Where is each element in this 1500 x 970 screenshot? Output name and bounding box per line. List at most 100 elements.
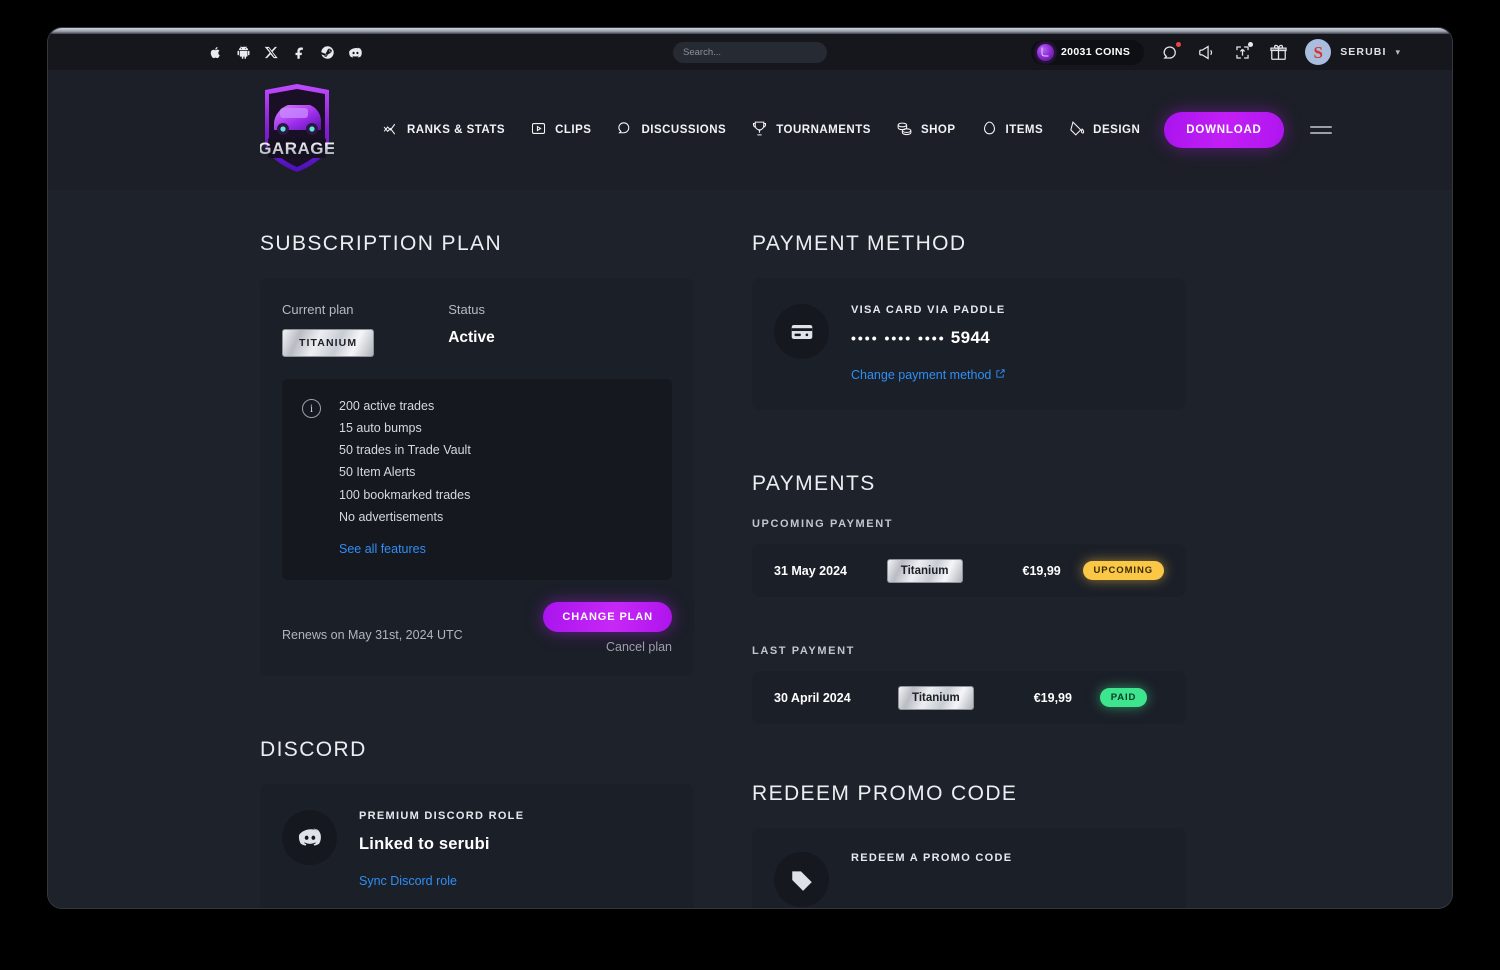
payment-method-section-title: PAYMENT METHOD [752,232,1186,256]
nav-label: SHOP [921,124,956,136]
site-logo[interactable]: GARAGE [260,82,334,179]
table-row[interactable]: 30 April 2024 Titanium €19,99 PAID [752,671,1186,724]
payments-section-title: PAYMENTS [752,472,1186,496]
subscription-section-title: SUBSCRIPTION PLAN [260,232,694,256]
status-badge: UPCOMING [1083,561,1164,580]
sync-discord-role-link[interactable]: Sync Discord role [359,874,672,888]
payment-plan-badge: Titanium [887,559,963,583]
download-button[interactable]: DOWNLOAD [1164,112,1283,148]
status-value: Active [448,329,495,347]
coins-badge[interactable]: 20031 COINS [1031,40,1144,65]
social-links [208,45,363,60]
plan-header: Current plan TITANIUM Status Active [282,302,672,357]
chat-icon[interactable] [1161,43,1180,62]
nav-item-design[interactable]: DESIGN [1068,120,1140,140]
current-plan-label: Current plan [282,302,374,317]
search-input[interactable] [673,42,827,63]
video-icon [530,120,547,140]
table-row[interactable]: 31 May 2024 Titanium €19,99 UPCOMING [752,544,1186,597]
change-plan-button[interactable]: CHANGE PLAN [543,602,672,632]
megaphone-icon[interactable] [1197,43,1216,62]
external-link-icon [995,368,1006,382]
notification-dot [1176,42,1181,47]
hamburger-menu-icon[interactable] [1310,126,1332,134]
plan-actions: CHANGE PLAN Cancel plan [543,602,672,654]
feature-item: 100 bookmarked trades [339,486,652,504]
payment-amount: €19,99 [1023,564,1083,578]
payment-date: 30 April 2024 [774,691,898,705]
item-egg-icon [981,120,998,140]
steam-icon[interactable] [320,45,335,60]
user-menu[interactable]: S SERUBI ▾ [1305,39,1400,65]
coins-stack-icon [896,120,913,140]
promo-tag-icon [774,852,829,907]
android-icon[interactable] [236,45,251,60]
apple-icon[interactable] [208,45,223,60]
last-payment-label: LAST PAYMENT [752,645,1186,657]
discord-eyebrow: PREMIUM DISCORD ROLE [359,810,672,822]
renews-text: Renews on May 31st, 2024 UTC [282,628,463,642]
features-box: i 200 active trades 15 auto bumps 50 tra… [282,379,672,580]
share-upload-icon[interactable] [1233,43,1252,62]
nav-label: DISCUSSIONS [641,124,726,136]
browser-window: 20031 COINS S SERUBI ▾ [48,28,1452,908]
feature-item: No advertisements [339,508,652,526]
nav-item-items[interactable]: ITEMS [981,120,1044,140]
top-utility-bar: 20031 COINS S SERUBI ▾ [48,34,1452,70]
nav-label: ITEMS [1006,124,1044,136]
nav-item-ranks-stats[interactable]: RANKS & STATS [382,120,505,140]
status-label: Status [448,302,495,317]
cancel-plan-link[interactable]: Cancel plan [606,640,672,654]
page-content: SUBSCRIPTION PLAN Current plan TITANIUM … [48,190,1452,908]
trophy-icon [751,120,768,140]
plan-badge: TITANIUM [282,329,374,357]
facebook-icon[interactable] [292,45,307,60]
nav-items: RANKS & STATS CLIPS DISCUSSIONS TOURNAME… [382,120,1140,140]
paint-bucket-icon [1068,120,1085,140]
gift-icon[interactable] [1269,43,1288,62]
x-twitter-icon[interactable] [264,45,279,60]
coin-icon [1037,44,1054,61]
info-icon: i [302,399,321,418]
change-payment-label: Change payment method [851,368,991,382]
nav-label: CLIPS [555,124,591,136]
avatar: S [1305,39,1331,65]
discord-card: PREMIUM DISCORD ROLE Linked to serubi Sy… [260,784,694,908]
feature-item: 15 auto bumps [339,419,652,437]
username-label: SERUBI [1340,46,1386,58]
nav-item-clips[interactable]: CLIPS [530,120,591,140]
discord-icon[interactable] [348,45,363,60]
promo-card: REDEEM A PROMO CODE [752,828,1186,908]
coins-label: 20031 COINS [1061,46,1130,58]
current-plan-block: Current plan TITANIUM [282,302,374,357]
subscription-card: Current plan TITANIUM Status Active i 20… [260,278,694,676]
nav-item-shop[interactable]: SHOP [896,120,956,140]
discord-icon [282,810,337,865]
discord-linked-title: Linked to serubi [359,835,672,854]
card-last4: 5944 [951,328,990,347]
feature-item: 50 Item Alerts [339,463,652,481]
promo-eyebrow: REDEEM A PROMO CODE [851,852,1164,864]
card-number: •••• •••• •••• 5944 [851,328,1164,348]
chart-line-icon [382,120,399,140]
plan-footer: Renews on May 31st, 2024 UTC CHANGE PLAN… [282,602,672,654]
chat-bubble-icon [616,120,633,140]
discord-section-title: DISCORD [260,738,694,762]
status-badge: PAID [1100,688,1148,707]
nav-item-discussions[interactable]: DISCUSSIONS [616,120,726,140]
change-payment-method-link[interactable]: Change payment method [851,368,1164,382]
upcoming-payment-label: UPCOMING PAYMENT [752,518,1186,530]
see-all-features-link[interactable]: See all features [339,542,426,556]
status-block: Status Active [448,302,495,357]
promo-section-title: REDEEM PROMO CODE [752,782,1186,806]
nav-item-tournaments[interactable]: TOURNAMENTS [751,120,871,140]
chevron-down-icon: ▾ [1395,47,1400,58]
payment-plan-badge: Titanium [898,686,974,710]
feature-item: 200 active trades [339,397,652,415]
logo-text: GARAGE [260,139,334,158]
upload-dot [1248,42,1253,47]
nav-label: RANKS & STATS [407,124,505,136]
right-column: PAYMENT METHOD VISA CARD VIA PADDLE ••••… [752,232,1186,908]
card-provider-label: VISA CARD VIA PADDLE [851,304,1164,316]
payment-amount: €19,99 [1034,691,1100,705]
